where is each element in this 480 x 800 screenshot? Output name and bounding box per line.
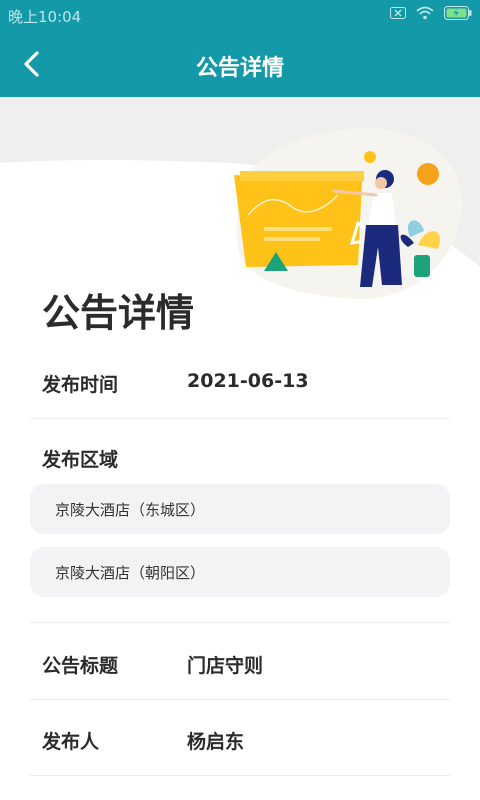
publish-region-label: 发布区域 [42, 449, 119, 471]
publish-time-label: 发布时间 [42, 374, 119, 396]
page-title: 公告详情 [42, 291, 195, 335]
status-time: 晚上10:04 [8, 8, 82, 26]
notice-title-row: 公告标题 门店守则 [30, 623, 450, 700]
publisher-value: 杨启东 [187, 731, 245, 753]
battery-charging-icon [444, 6, 472, 20]
sim-off-icon [390, 7, 406, 19]
publisher-row: 发布人 杨启东 [30, 699, 450, 776]
region-chip: 京陵大酒店（东城区） [30, 484, 450, 534]
region-chip-text: 京陵大酒店（东城区） [55, 501, 206, 519]
app-bar-title: 公告详情 [195, 56, 284, 81]
status-bar: 晚上10:04 [0, 0, 480, 30]
wifi-icon [416, 6, 434, 20]
hero-illustration [0, 97, 480, 307]
publish-time-value: 2021-06-13 [187, 370, 309, 392]
status-icons [390, 6, 472, 20]
app-bar: 公告详情 [0, 30, 480, 97]
region-chip-text: 京陵大酒店（朝阳区） [55, 564, 206, 582]
publish-time-row: 发布时间 2021-06-13 [30, 342, 450, 419]
region-chip: 京陵大酒店（朝阳区） [30, 547, 450, 597]
announcement-illustration [0, 97, 480, 300]
publisher-label: 发布人 [42, 731, 100, 753]
notice-title-value: 门店守则 [187, 655, 264, 677]
notice-title-label: 公告标题 [42, 655, 119, 677]
